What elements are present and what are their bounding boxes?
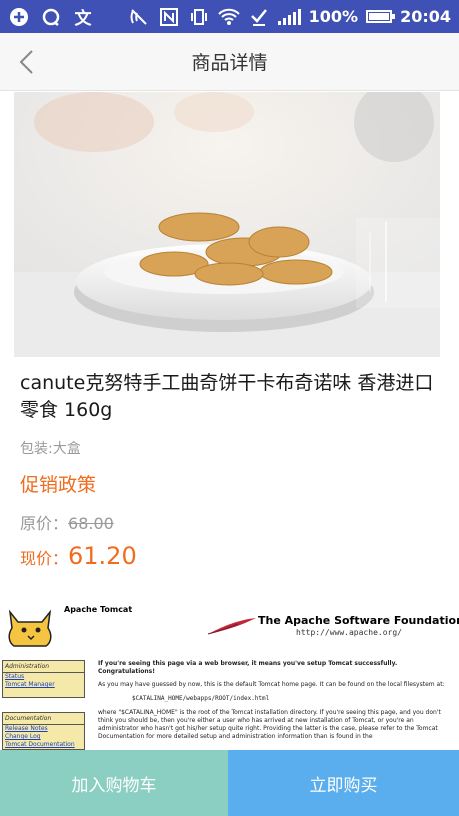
chevron-left-icon [19, 50, 33, 74]
cookie-plate-photo [14, 92, 440, 357]
release-notes-link[interactable]: Release Notes [3, 725, 84, 733]
current-price-value: 61.20 [68, 542, 137, 570]
status-bar: 文 100% 20:04 [0, 0, 459, 33]
original-price-value: 68.00 [68, 514, 114, 533]
nav-bar: 商品详情 [0, 33, 459, 91]
battery-level [369, 13, 390, 20]
admin-box: Administration Status Tomcat Manager [2, 660, 85, 698]
translate-icon: 文 [74, 9, 92, 29]
tomcat-documentation-link[interactable]: Tomcat Documentation [3, 741, 84, 749]
tomcat-para-2: where "$CATALINA_HOME" is the root of th… [98, 709, 441, 740]
clock: 20:04 [400, 7, 451, 26]
signal-icon [277, 8, 301, 25]
current-price: 现价： 61.20 [20, 542, 445, 570]
wifi-icon [217, 6, 240, 28]
tomcat-code-path: $CATALINA_HOME/webapps/ROOT/index.html [132, 695, 270, 702]
product-image[interactable] [14, 92, 440, 357]
asf-url[interactable]: http://www.apache.org/ [296, 628, 402, 637]
action-bar: 加入购物车 立即购买 [0, 750, 459, 816]
status-link[interactable]: Status [3, 673, 84, 681]
original-price-label: 原价： [20, 514, 69, 533]
packaging-label: 包装:大盒 [20, 441, 81, 457]
tomcat-name: Apache Tomcat [64, 605, 133, 614]
admin-heading: Administration [3, 661, 84, 673]
nfc-off-icon [128, 6, 150, 28]
battery-percent: 100% [308, 7, 359, 26]
data-sync-icon [40, 6, 62, 28]
asf-title: The Apache Software Foundation [258, 614, 459, 627]
battery-icon [366, 10, 396, 23]
page-title: 商品详情 [191, 52, 268, 74]
tomcat-logo-icon [8, 609, 52, 647]
documentation-heading: Documentation [3, 713, 84, 725]
n-icon [158, 6, 180, 28]
vibrate-icon [188, 6, 210, 28]
add-box-icon [8, 6, 30, 28]
buy-now-button[interactable]: 立即购买 [228, 750, 459, 816]
tomcat-manager-link[interactable]: Tomcat Manager [3, 681, 84, 689]
product-info: canute克努特手工曲奇饼干卡布奇诺味 香港进口零食 160g 包装:大盒 促… [20, 370, 445, 570]
tomcat-lead: If you're seeing this page via a web bro… [98, 660, 398, 675]
original-price: 原价： 68.00 [20, 510, 445, 534]
promo-policy-link[interactable]: 促销政策 [20, 470, 445, 497]
back-button[interactable] [14, 48, 42, 76]
add-to-cart-button[interactable]: 加入购物车 [0, 750, 228, 816]
product-title: canute克努特手工曲奇饼干卡布奇诺味 香港进口零食 160g [20, 372, 434, 421]
product-description-webview[interactable]: Apache Tomcat The Apache Software Founda… [0, 598, 459, 750]
tomcat-para-1: As you may have guessed by now, this is … [98, 681, 445, 688]
tomcat-main-text: If you're seeing this page via a web bro… [98, 660, 456, 741]
current-price-label: 现价： [20, 549, 69, 568]
change-log-link[interactable]: Change Log [3, 733, 84, 741]
documentation-box: Documentation Release Notes Change Log T… [2, 712, 85, 750]
apache-feather-icon [207, 618, 256, 635]
check-icon [248, 6, 270, 28]
